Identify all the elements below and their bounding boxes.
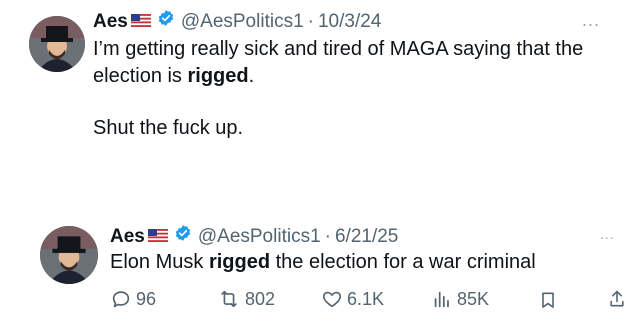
avatar-image-icon (29, 16, 85, 72)
separator-dot: · (324, 225, 331, 247)
tweet-text: the election for a war criminal (270, 251, 536, 273)
tweet-text: election is (93, 65, 188, 87)
like-count: 6.1K (347, 289, 385, 309)
views-chart-icon (434, 291, 449, 308)
author-handle[interactable]: @AesPolitics1 (181, 10, 304, 34)
tweet-text-line: Elon Musk rigged the election for a war … (110, 249, 536, 275)
repost-button[interactable]: 802 (217, 288, 275, 310)
tweet-text: Shut the fuck up. (93, 117, 244, 139)
share-icon (610, 290, 624, 307)
heart-icon (322, 291, 342, 308)
tweet-text-line: election is rigged. (93, 63, 254, 89)
verified-badge-icon (174, 224, 192, 249)
tweet-1[interactable]: Aes @AesPolitics1 · 10/3/24 ... I’m gett… (0, 0, 630, 200)
more-options-icon[interactable]: ... (582, 10, 600, 31)
us-flag-icon (147, 225, 168, 249)
bookmark-button[interactable] (538, 289, 558, 311)
tweet-text-bold: rigged (187, 65, 249, 87)
tweet-text-bold: rigged (208, 251, 271, 273)
avatar[interactable] (40, 226, 98, 284)
views-button[interactable]: 85K (431, 288, 489, 310)
author-handle[interactable]: @AesPolitics1 (198, 225, 321, 249)
author-name[interactable]: Aes (93, 10, 128, 34)
reply-button[interactable]: 96 (110, 288, 156, 310)
tweet-header: Aes @AesPolitics1 · 6/21/25 (110, 224, 398, 249)
avatar-image-icon (40, 226, 98, 284)
tweet-text-line: Shut the fuck up. (93, 115, 243, 141)
share-button[interactable] (607, 288, 627, 310)
separator-dot: · (307, 10, 314, 32)
avatar[interactable] (29, 16, 85, 72)
tweet-date[interactable]: 10/3/24 (318, 10, 381, 34)
tweet-text-line: I’m getting really sick and tired of MAG… (93, 36, 583, 62)
tweet-text: I’m getting really sick and tired of MAG… (93, 38, 584, 60)
tweet-text: Elon Musk (110, 251, 209, 273)
tweet-text: . (248, 65, 255, 87)
views-count: 85K (457, 289, 490, 309)
tweet-header: Aes @AesPolitics1 · 10/3/24 (93, 9, 381, 34)
tweet-actions-bar: 96 802 6.1K 85K (0, 283, 630, 315)
reply-icon (112, 291, 130, 308)
repost-icon (221, 290, 237, 308)
reply-count: 96 (136, 289, 157, 309)
bookmark-icon (542, 292, 554, 308)
tweet-date[interactable]: 6/21/25 (335, 225, 398, 249)
repost-count: 802 (245, 289, 276, 309)
us-flag-icon (130, 10, 151, 34)
author-name[interactable]: Aes (110, 225, 145, 249)
more-options-icon[interactable]: ... (600, 226, 615, 242)
verified-badge-icon (157, 9, 175, 34)
like-button[interactable]: 6.1K (321, 288, 384, 310)
